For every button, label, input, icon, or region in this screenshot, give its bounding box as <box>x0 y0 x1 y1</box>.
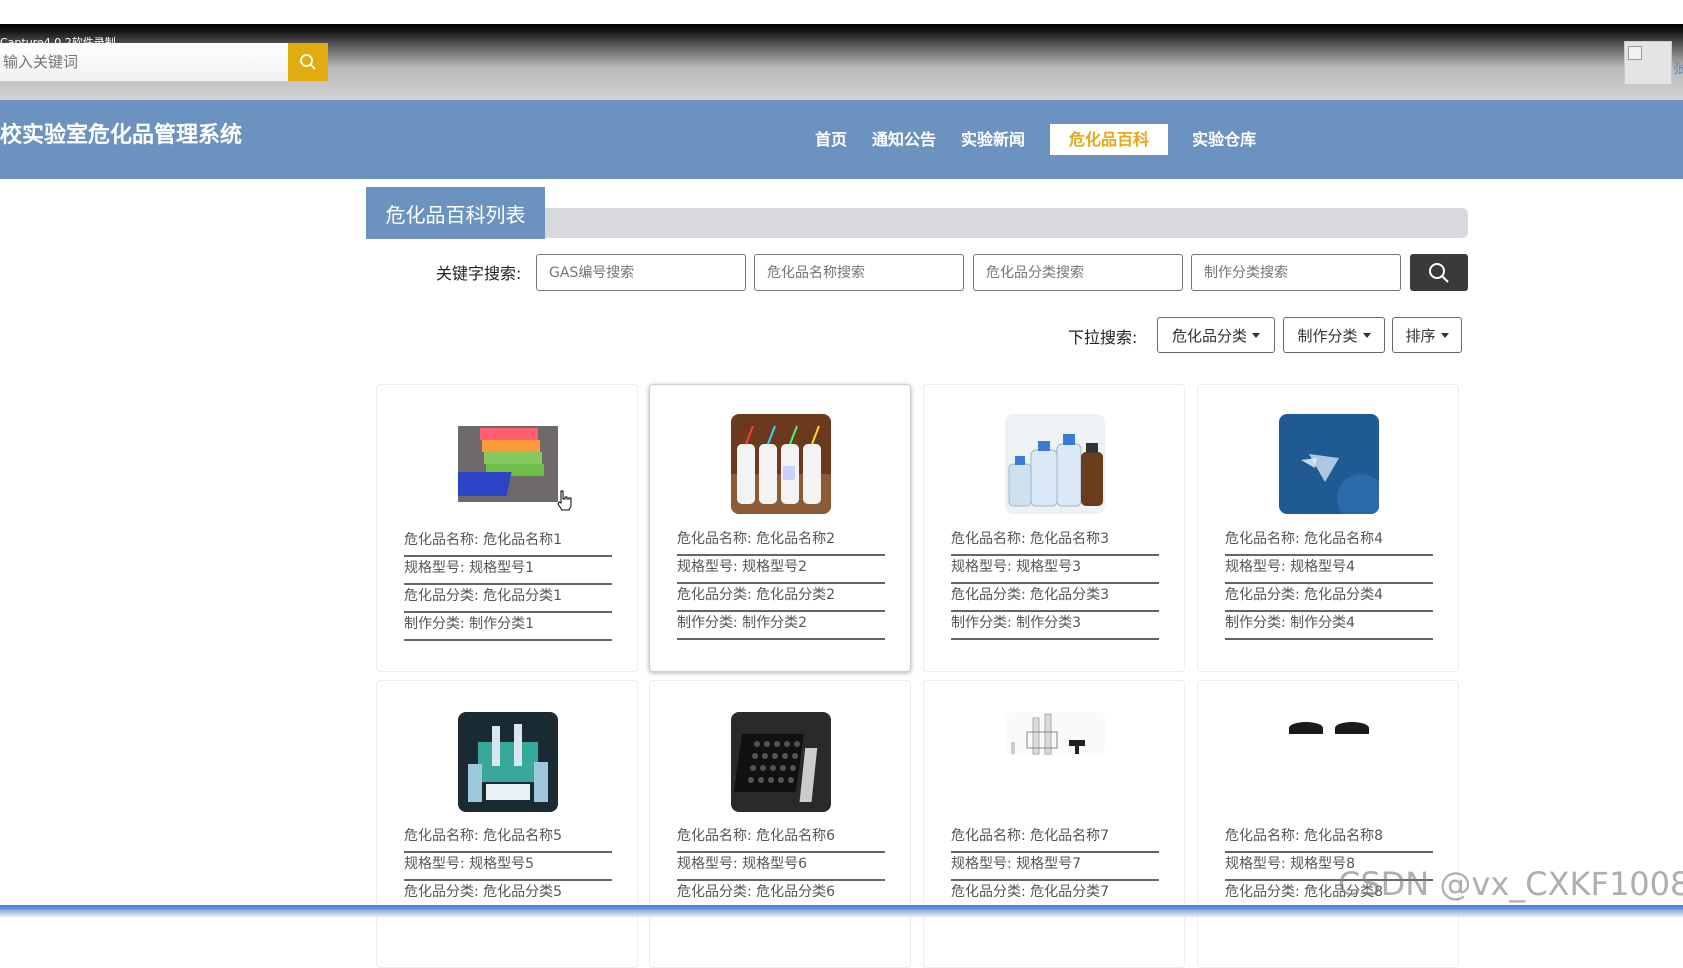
header-navbar: 校实验室危化品管理系统 首页 通知公告 实验新闻 危化品百科 实验仓库 <box>0 100 1683 179</box>
dropdown-label: 危化品分类 <box>1171 326 1247 345</box>
make-category: 制作分类: 制作分类1 <box>404 613 612 641</box>
gas-number-search-input[interactable] <box>536 254 746 291</box>
product-card[interactable]: 危化品名称: 危化品名称1 规格型号: 规格型号1 危化品分类: 危化品分类1 … <box>376 384 638 672</box>
dropdown-label: 制作分类 <box>1297 326 1358 345</box>
chemical-name: 危化品名称: 危化品名称7 <box>951 825 1159 853</box>
make-category: 制作分类: 制作分类3 <box>951 612 1159 640</box>
product-image[interactable] <box>1279 414 1379 514</box>
site-title: 校实验室危化品管理系统 <box>0 123 243 148</box>
chemical-category: 危化品分类: 危化品分类2 <box>677 584 885 612</box>
dropdown-label: 排序 <box>1405 326 1436 345</box>
model-number: 规格型号: 规格型号6 <box>677 853 885 881</box>
broken-image-alt[interactable]: 张 <box>1673 58 1683 77</box>
make-category: 制作分类: 制作分类2 <box>677 612 885 640</box>
product-card[interactable]: 危化品名称: 危化品名称7 规格型号: 规格型号7 危化品分类: 危化品分类7 <box>923 680 1185 968</box>
sort-dropdown[interactable]: 排序 <box>1392 317 1462 353</box>
product-image[interactable] <box>731 414 831 514</box>
chemical-category: 危化品分类: 危化品分类1 <box>404 585 612 613</box>
top-search-input[interactable] <box>0 43 288 81</box>
chemical-name: 危化品名称: 危化品名称2 <box>677 528 885 556</box>
chemical-name: 危化品名称: 危化品名称8 <box>1225 825 1433 853</box>
caret-down-icon <box>1440 332 1449 338</box>
model-number: 规格型号: 规格型号4 <box>1225 556 1433 584</box>
chemical-name: 危化品名称: 危化品名称3 <box>951 528 1159 556</box>
caret-down-icon <box>1252 332 1260 338</box>
make-category-dropdown[interactable]: 制作分类 <box>1283 317 1385 353</box>
hand-cursor-icon <box>556 490 574 516</box>
chemical-name: 危化品名称: 危化品名称4 <box>1225 528 1433 556</box>
product-image[interactable] <box>458 414 558 514</box>
product-card[interactable]: 危化品名称: 危化品名称6 规格型号: 规格型号6 危化品分类: 危化品分类6 <box>649 680 911 968</box>
model-number: 规格型号: 规格型号5 <box>404 853 612 881</box>
bottom-progress-bar <box>0 905 1683 917</box>
make-category: 制作分类: 制作分类4 <box>1225 612 1433 640</box>
keyword-search-label: 关键字搜索: <box>436 264 522 283</box>
chemical-name-search-input[interactable] <box>754 254 964 291</box>
product-image[interactable] <box>458 712 558 812</box>
model-number: 规格型号: 规格型号1 <box>404 557 612 585</box>
caret-down-icon <box>1362 332 1371 338</box>
chemical-category-dropdown[interactable]: 危化品分类 <box>1157 317 1275 353</box>
nav-warehouse[interactable]: 实验仓库 <box>1192 124 1256 155</box>
model-number: 规格型号: 规格型号2 <box>677 556 885 584</box>
top-strip <box>0 0 1683 24</box>
model-number: 规格型号: 规格型号3 <box>951 556 1159 584</box>
chemical-name: 危化品名称: 危化品名称1 <box>404 529 612 557</box>
search-icon <box>300 54 316 70</box>
section-title: 危化品百科列表 <box>366 187 545 239</box>
product-card[interactable]: 危化品名称: 危化品名称5 规格型号: 规格型号5 危化品分类: 危化品分类5 <box>376 680 638 968</box>
chemical-category: 危化品分类: 危化品分类4 <box>1225 584 1433 612</box>
product-image[interactable] <box>1279 712 1379 740</box>
chemical-name: 危化品名称: 危化品名称6 <box>677 825 885 853</box>
chemical-category: 危化品分类: 危化品分类3 <box>951 584 1159 612</box>
chemical-name: 危化品名称: 危化品名称5 <box>404 825 612 853</box>
chemical-category-search-input[interactable] <box>973 254 1183 291</box>
product-image[interactable] <box>1005 712 1105 756</box>
nav-home[interactable]: 首页 <box>815 124 847 155</box>
dropdown-search-label: 下拉搜索: <box>1068 328 1138 347</box>
product-image[interactable] <box>731 712 831 812</box>
product-card[interactable]: 危化品名称: 危化品名称2 规格型号: 规格型号2 危化品分类: 危化品分类2 … <box>649 384 911 672</box>
watermark: CSDN @vx_CXKF10088 <box>1338 865 1683 903</box>
top-search-button[interactable] <box>288 43 328 81</box>
product-image[interactable] <box>1005 414 1105 514</box>
product-card[interactable]: 危化品名称: 危化品名称3 规格型号: 规格型号3 危化品分类: 危化品分类3 … <box>923 384 1185 672</box>
search-icon <box>1429 262 1449 283</box>
nav-encyclopedia[interactable]: 危化品百科 <box>1050 124 1169 155</box>
keyword-search-button[interactable] <box>1410 254 1468 291</box>
top-bar: Capture4.0.2软件录制 张 <box>0 24 1683 100</box>
section-title-bar <box>545 208 1468 238</box>
make-category-search-input[interactable] <box>1191 254 1401 291</box>
nav-notice[interactable]: 通知公告 <box>872 124 936 155</box>
product-card[interactable]: 危化品名称: 危化品名称4 规格型号: 规格型号4 危化品分类: 危化品分类4 … <box>1197 384 1459 672</box>
model-number: 规格型号: 规格型号7 <box>951 853 1159 881</box>
broken-image-icon[interactable] <box>1624 41 1672 85</box>
nav-news[interactable]: 实验新闻 <box>961 124 1025 155</box>
product-card[interactable]: 危化品名称: 危化品名称8 规格型号: 规格型号8 危化品分类: 危化品分类8 <box>1197 680 1459 968</box>
main-nav: 首页 通知公告 实验新闻 危化品百科 实验仓库 <box>815 124 1281 155</box>
